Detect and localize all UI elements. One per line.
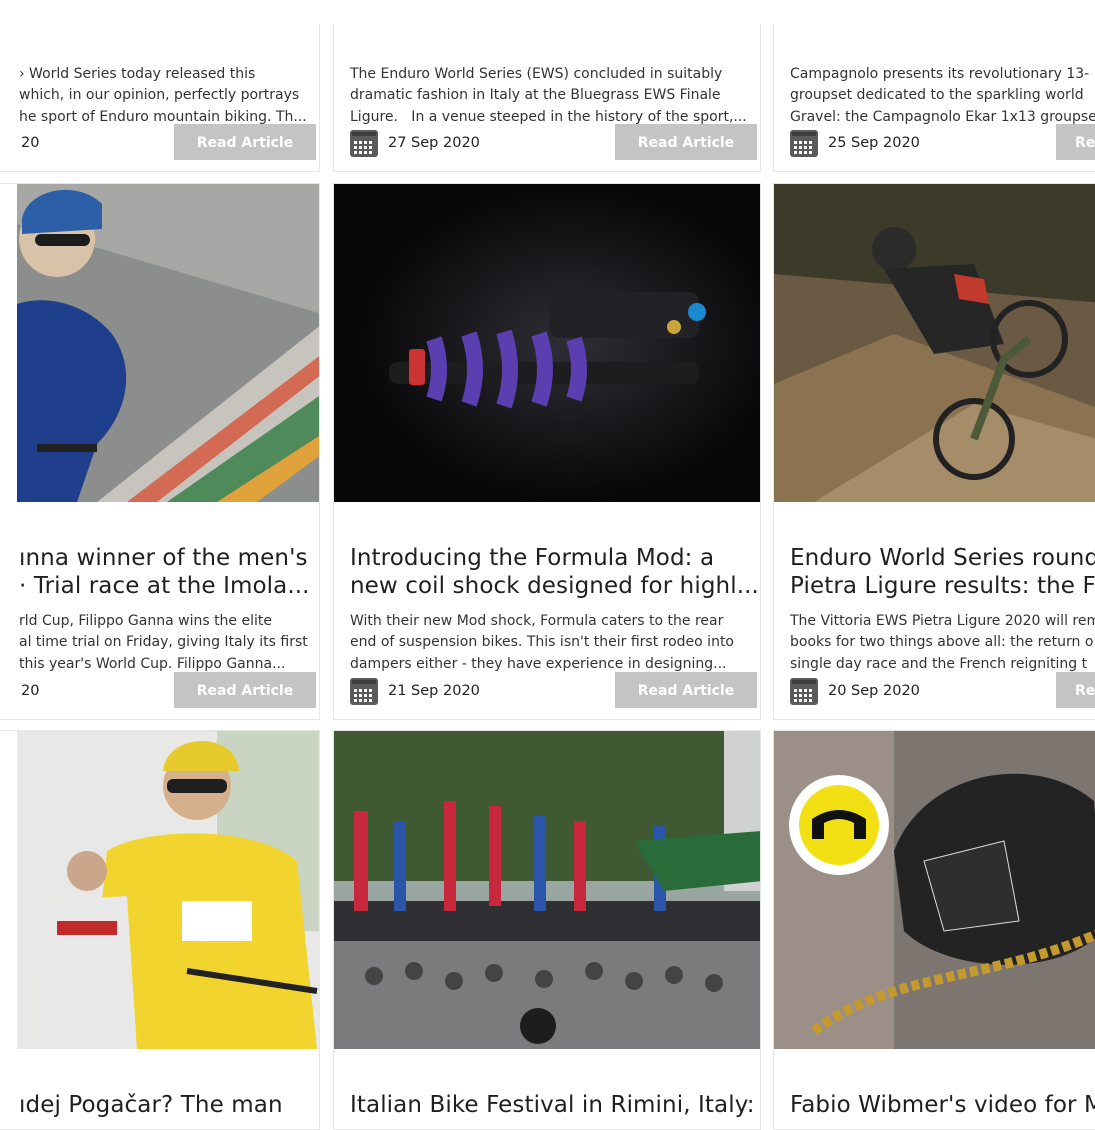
read-article-button[interactable]: Read Article (174, 672, 316, 708)
article-title[interactable]: Fabio Wibmer's video for M (790, 1063, 1095, 1119)
article-date: 20 (21, 135, 40, 151)
read-article-button[interactable]: Read Article (615, 124, 757, 160)
article-title[interactable]: Introducing the Formula Mod: a new coil … (350, 516, 760, 600)
article-card: ınna winner of the men's · Trial race at… (0, 183, 320, 720)
article-excerpt: › World Series today released this which… (19, 65, 307, 125)
cyclist-time-trial-photo[interactable] (17, 184, 319, 502)
article-excerpt: The Vittoria EWS Pietra Ligure 2020 will… (790, 612, 1095, 672)
article-excerpt: rld Cup, Filippo Ganna wins the elite al… (19, 612, 308, 672)
coil-shock-photo[interactable] (334, 184, 760, 502)
article-date: 20 Sep 2020 (790, 674, 920, 708)
read-article-button[interactable]: Re (1056, 672, 1095, 708)
yellow-jersey-rider-image (17, 731, 319, 1049)
cyclist-time-trial-image (17, 184, 319, 502)
enduro-rider-image (774, 184, 1095, 502)
read-article-button[interactable]: Re (1056, 124, 1095, 160)
coil-shock-image (334, 184, 760, 502)
bike-festival-crowd-image (334, 731, 760, 1049)
calendar-icon (790, 129, 818, 157)
article-card: › World Series today released this which… (0, 24, 320, 172)
read-article-button[interactable]: Read Article (174, 124, 316, 160)
article-card: Fabio Wibmer's video for M (773, 730, 1095, 1130)
article-card: Introducing the Formula Mod: a new coil … (333, 183, 761, 720)
article-card: ıdej Pogačar? The man (0, 730, 320, 1130)
article-title[interactable]: ıdej Pogačar? The man (19, 1063, 319, 1119)
article-title[interactable]: Italian Bike Festival in Rimini, Italy: (350, 1063, 760, 1119)
bike-festival-crowd-photo[interactable] (334, 731, 760, 1049)
article-card: Enduro World Series round Pietra Ligure … (773, 183, 1095, 720)
article-date: 21 Sep 2020 (350, 674, 480, 708)
article-excerpt: With their new Mod shock, Formula caters… (350, 612, 734, 672)
article-card: Campagnolo presents its revolutionary 13… (773, 24, 1095, 172)
article-excerpt: The Enduro World Series (EWS) concluded … (350, 65, 747, 125)
calendar-icon (350, 129, 378, 157)
article-title[interactable]: ınna winner of the men's · Trial race at… (19, 516, 319, 600)
article-date: 20 (21, 683, 40, 699)
article-card: Italian Bike Festival in Rimini, Italy: (333, 730, 761, 1130)
brake-caliper-image (774, 731, 1095, 1049)
calendar-icon (790, 677, 818, 705)
yellow-jersey-rider-photo[interactable] (17, 731, 319, 1049)
article-card: The Enduro World Series (EWS) concluded … (333, 24, 761, 172)
article-date: 27 Sep 2020 (350, 126, 480, 160)
calendar-icon (350, 677, 378, 705)
enduro-rider-photo[interactable] (774, 184, 1095, 502)
read-article-button[interactable]: Read Article (615, 672, 757, 708)
article-title[interactable]: Enduro World Series round Pietra Ligure … (790, 516, 1095, 600)
article-excerpt: Campagnolo presents its revolutionary 13… (790, 65, 1095, 125)
article-date: 25 Sep 2020 (790, 126, 920, 160)
brake-caliper-photo[interactable] (774, 731, 1095, 1049)
